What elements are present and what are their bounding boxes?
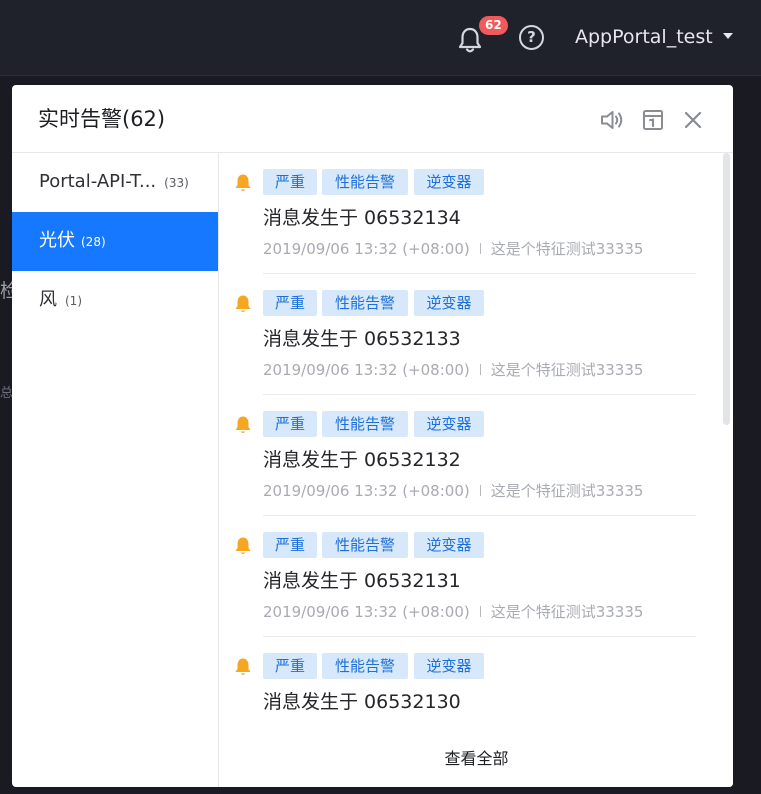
device-tag[interactable]: 逆变器 [414,532,484,558]
alert-message: 消息发生于 06532132 [263,449,461,471]
alert-message: 消息发生于 06532131 [263,570,461,592]
alert-bell-icon [235,658,251,675]
sidebar-item-label: 风 (1) [39,289,82,310]
alert-item[interactable]: 严重 性能告警 逆变器 消息发生于 06532134 2019/09/06 13… [220,153,720,274]
sidebar-item-wind[interactable]: 风 (1) [12,271,218,330]
category-tag[interactable]: 性能告警 [322,290,408,316]
user-menu[interactable]: AppPortal_test [575,24,733,50]
notification-badge: 62 [479,16,508,35]
alert-bell-icon [235,537,251,554]
alert-message: 消息发生于 06532134 [263,207,461,229]
alert-bell-icon [235,174,251,191]
alert-message: 消息发生于 06532130 [263,691,461,713]
meta-divider [479,364,481,375]
username: AppPortal_test [575,26,713,48]
severity-tag[interactable]: 严重 [263,169,317,195]
top-bar: 62 ? AppPortal_test [0,0,761,76]
severity-tag[interactable]: 严重 [263,411,317,437]
calendar-icon[interactable] [640,107,666,133]
category-tag[interactable]: 性能告警 [322,653,408,679]
sidebar-item-count: (33) [164,176,189,190]
alert-item[interactable]: 严重 性能告警 逆变器 消息发生于 06532133 2019/09/06 13… [220,274,720,395]
alert-item[interactable]: 严重 性能告警 逆变器 消息发生于 06532130 [220,637,720,723]
alert-description: 这是个特征测试33335 [490,361,644,379]
alert-item[interactable]: 严重 性能告警 逆变器 消息发生于 06532132 2019/09/06 13… [220,395,720,516]
category-tag[interactable]: 性能告警 [322,169,408,195]
view-all-link[interactable]: 查看全部 [220,723,733,787]
alert-meta: 2019/09/06 13:32 (+08:00) 这是个特征测试33335 [263,601,643,623]
alert-time: 2019/09/06 13:32 (+08:00) [263,240,470,258]
meta-divider [479,243,481,254]
device-tag[interactable]: 逆变器 [414,169,484,195]
alert-description: 这是个特征测试33335 [490,240,644,258]
meta-divider [479,485,481,496]
question-circle-icon[interactable]: ? [519,25,544,50]
alert-meta: 2019/09/06 13:32 (+08:00) 这是个特征测试33335 [263,480,643,502]
sidebar-item-photovoltaic[interactable]: 光伏 (28) [12,212,218,271]
alert-description: 这是个特征测试33335 [490,482,644,500]
panel-header: 实时告警(62) [12,85,733,153]
alert-item[interactable]: 严重 性能告警 逆变器 消息发生于 06532131 2019/09/06 13… [220,516,720,637]
alert-time: 2019/09/06 13:32 (+08:00) [263,603,470,621]
alert-group-sidebar: Portal-API-T... (33) 光伏 (28) 风 (1) [12,153,219,787]
alert-panel: 实时告警(62) Portal-API-T...(33) 光伏 (28) 风 (… [12,85,733,787]
alert-meta: 2019/09/06 13:32 (+08:00) 这是个特征测试33335 [263,238,643,260]
alert-time: 2019/09/06 13:32 (+08:00) [263,482,470,500]
sidebar-item-count: (28) [81,235,106,249]
scrollbar-thumb[interactable] [723,153,730,425]
severity-tag[interactable]: 严重 [263,532,317,558]
sidebar-item-label: 光伏 (28) [39,230,106,251]
severity-tag[interactable]: 严重 [263,653,317,679]
alert-bell-icon [235,416,251,433]
alert-meta: 2019/09/06 13:32 (+08:00) 这是个特征测试33335 [263,359,643,381]
severity-tag[interactable]: 严重 [263,290,317,316]
device-tag[interactable]: 逆变器 [414,653,484,679]
meta-divider [479,606,481,617]
close-icon[interactable] [680,107,706,133]
speaker-icon[interactable] [599,107,625,133]
alert-description: 这是个特征测试33335 [490,603,644,621]
alert-message: 消息发生于 06532133 [263,328,461,350]
alert-bell-icon [235,295,251,312]
category-tag[interactable]: 性能告警 [322,532,408,558]
panel-title: 实时告警(62) [38,107,166,131]
sidebar-item-count: (1) [65,294,82,308]
background-text: 总 [0,386,12,400]
device-tag[interactable]: 逆变器 [414,411,484,437]
category-tag[interactable]: 性能告警 [322,411,408,437]
sidebar-item-portal-api[interactable]: Portal-API-T... (33) [12,153,218,212]
device-tag[interactable]: 逆变器 [414,290,484,316]
alert-list[interactable]: 严重 性能告警 逆变器 消息发生于 06532134 2019/09/06 13… [220,153,733,723]
caret-down-icon [722,32,733,39]
alert-time: 2019/09/06 13:32 (+08:00) [263,361,470,379]
sidebar-item-label: Portal-API-T... (33) [39,171,189,192]
